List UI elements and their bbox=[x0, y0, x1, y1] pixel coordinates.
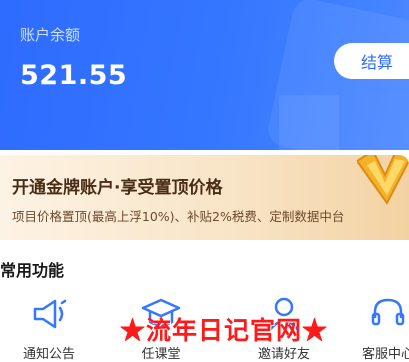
balance-label: 账户余额 bbox=[20, 26, 81, 44]
watermark-text: ★流年日记官网★ bbox=[120, 316, 329, 345]
common-functions-title: 常用功能 bbox=[0, 261, 65, 280]
gold-account-banner[interactable]: 开通金牌账户·享受置顶价格 项目价格置顶(最高上浮10%)、补贴2%税费、定制数… bbox=[0, 155, 409, 240]
settle-button[interactable]: 结算 bbox=[334, 43, 409, 79]
func-label-notice: 通知公告 bbox=[22, 347, 75, 362]
crown-v-icon bbox=[357, 155, 409, 205]
gold-banner-title: 开通金牌账户·享受置顶价格 bbox=[12, 178, 223, 198]
gold-banner-description: 项目价格置顶(最高上浮10%)、补贴2%税费、定制数据中台 bbox=[12, 209, 345, 224]
notice-item[interactable]: 通知公告 bbox=[13, 294, 85, 362]
customer-service-item[interactable]: 客服中心 bbox=[352, 294, 409, 362]
balance-header: 账户余额 521.55 结算 bbox=[0, 0, 409, 150]
balance-amount: 521.55 bbox=[20, 60, 128, 91]
headset-icon bbox=[371, 298, 405, 326]
func-label-service: 客服中心 bbox=[361, 347, 409, 362]
megaphone-icon bbox=[33, 299, 67, 329]
header-decoration-2 bbox=[279, 95, 339, 150]
